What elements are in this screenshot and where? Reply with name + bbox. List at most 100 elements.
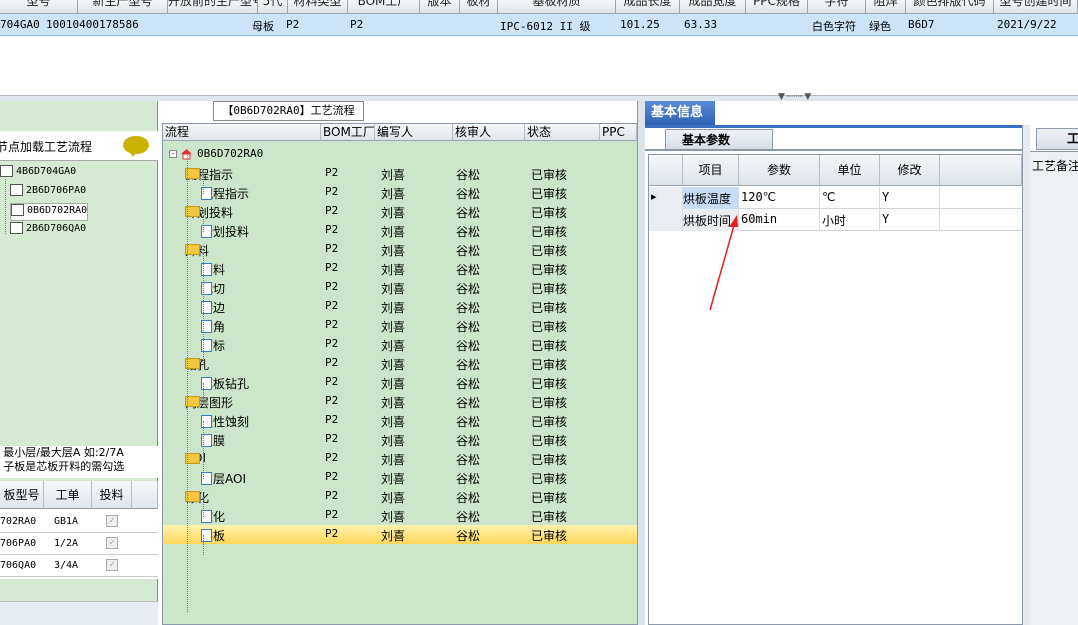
- col-header-modify[interactable]: 修改: [880, 155, 940, 186]
- process-row[interactable]: 流程指示 P2 刘喜 谷松 已审核: [163, 183, 637, 202]
- cell-writer: 刘喜: [381, 301, 406, 315]
- tree-node[interactable]: 4B6D704GA0: [0, 165, 76, 183]
- feed-checkbox[interactable]: ✓: [106, 515, 118, 527]
- process-row-selected[interactable]: 烘板 P2 刘喜 谷松 已审核: [163, 525, 637, 544]
- col-header-status[interactable]: 状态: [525, 124, 600, 141]
- col-header[interactable]: 材料类型: [288, 0, 348, 14]
- vertical-splitter[interactable]: [1022, 125, 1030, 625]
- cell-reviewer: 谷松: [456, 377, 481, 391]
- tree-root-row[interactable]: - 0B6D702RA0: [163, 145, 637, 164]
- col-header[interactable]: 基板材质: [498, 0, 616, 14]
- process-row[interactable]: 裁切 P2 刘喜 谷松 已审核: [163, 278, 637, 297]
- cell-bom: P2: [325, 394, 339, 407]
- feed-checkbox[interactable]: ✓: [106, 537, 118, 549]
- col-header[interactable]: 型号创建时间: [994, 0, 1078, 14]
- cell-reviewer: 谷松: [456, 434, 481, 448]
- col-header[interactable]: 型号: [0, 0, 78, 14]
- process-row[interactable]: 打标 P2 刘喜 谷松 已审核: [163, 335, 637, 354]
- table-row[interactable]: 704GA0 10010400178586 母板 P2 P2 IPC-6012 …: [0, 14, 1078, 36]
- cell-bom: P2: [325, 166, 339, 179]
- col-header[interactable]: 颜色排版代码: [906, 0, 994, 14]
- table-row[interactable]: 706PA0 1/2A ✓: [0, 533, 158, 555]
- table-row[interactable]: 706QA0 3/4A ✓: [0, 555, 158, 577]
- process-row[interactable]: 磨边 P2 刘喜 谷松 已审核: [163, 297, 637, 316]
- remarks-tab[interactable]: 工: [1036, 128, 1078, 150]
- col-header[interactable]: 版本: [420, 0, 460, 14]
- col-header[interactable]: 字符: [808, 0, 866, 14]
- col-header[interactable]: 板型号: [0, 481, 44, 509]
- vertical-splitter[interactable]: [637, 101, 645, 625]
- remarks-label: 工艺备注: [1032, 159, 1078, 173]
- tree-node-selected[interactable]: 0B6D702RA0: [10, 203, 89, 221]
- cell-param[interactable]: 120℃: [739, 187, 820, 209]
- col-header[interactable]: BOM工厂: [348, 0, 420, 14]
- process-row[interactable]: -流程指示P2刘喜谷松已审核: [163, 164, 637, 183]
- remarks-area[interactable]: [1030, 151, 1078, 625]
- cell-param[interactable]: 60min: [739, 209, 820, 231]
- col-header[interactable]: 开放前的生产型号: [168, 0, 258, 14]
- col-header-writer[interactable]: 编写人: [375, 124, 453, 141]
- basic-params-tab[interactable]: 基本参数: [665, 129, 773, 149]
- process-row[interactable]: 圆角 P2 刘喜 谷松 已审核: [163, 316, 637, 335]
- col-header: [132, 481, 158, 509]
- process-row[interactable]: -钻孔P2刘喜谷松已审核: [163, 354, 637, 373]
- params-grid-header: 项目 参数 单位 修改: [649, 155, 1022, 186]
- tree-node[interactable]: 2B6D706QA0: [10, 222, 86, 240]
- cell-factory: P2: [286, 18, 300, 31]
- basic-info-tab[interactable]: 基本信息: [645, 101, 715, 125]
- process-row[interactable]: 开料 P2 刘喜 谷松 已审核: [163, 259, 637, 278]
- col-header[interactable]: 5代: [258, 0, 288, 14]
- col-header-param[interactable]: 参数: [739, 155, 820, 186]
- col-header[interactable]: 阻焊: [866, 0, 906, 14]
- col-header[interactable]: 新生产型号: [78, 0, 168, 14]
- process-tree-grid: 流程 BOM工厂 编写人 核审人 状态 PPC -0B6D702RA0 -流程指…: [162, 123, 638, 625]
- left-panel-title: 节点加载工艺流程: [0, 140, 93, 154]
- speech-bubble-icon[interactable]: [123, 136, 149, 157]
- process-row[interactable]: -棕化P2刘喜谷松已审核: [163, 487, 637, 506]
- node-icon: [0, 165, 13, 177]
- col-header[interactable]: 工单: [44, 481, 92, 509]
- table-row[interactable]: ▸ 烘板温度 120℃ ℃ Y: [649, 187, 1022, 209]
- process-row[interactable]: 棕化 P2 刘喜 谷松 已审核: [163, 506, 637, 525]
- col-header-ppc[interactable]: PPC: [600, 124, 637, 141]
- col-header[interactable]: 成品宽度: [680, 0, 746, 14]
- col-header-reviewer[interactable]: 核审人: [453, 124, 525, 141]
- collapse-icon[interactable]: -: [169, 150, 177, 158]
- cell-bom: P2: [325, 375, 339, 388]
- subtab-underline: [645, 149, 1026, 151]
- col-header-item[interactable]: 项目: [683, 155, 739, 186]
- cell-status: 已审核: [531, 434, 568, 448]
- cell-reviewer: 谷松: [456, 396, 481, 410]
- process-row[interactable]: -开料P2刘喜谷松已审核: [163, 240, 637, 259]
- cell-writer: 刘喜: [381, 244, 406, 258]
- col-header[interactable]: 成品长度: [616, 0, 680, 14]
- cell-code: 10010400178586: [46, 18, 139, 31]
- col-header-flow[interactable]: 流程: [163, 124, 321, 141]
- cell-bom: P2: [325, 356, 339, 369]
- cell-modify: Y: [880, 209, 940, 231]
- cell-reviewer: 谷松: [456, 282, 481, 296]
- table-row[interactable]: 702RA0 GB1A ✓: [0, 511, 158, 533]
- col-header-unit[interactable]: 单位: [820, 155, 880, 186]
- col-header-bom[interactable]: BOM工厂: [321, 124, 375, 141]
- cell-status: 已审核: [531, 415, 568, 429]
- process-tab[interactable]: 【0B6D702RA0】工艺流程: [213, 101, 364, 121]
- process-row[interactable]: 计划投料 P2 刘喜 谷松 已审核: [163, 221, 637, 240]
- col-header[interactable]: 板材: [460, 0, 498, 14]
- feed-checkbox[interactable]: ✓: [106, 559, 118, 571]
- col-header[interactable]: 投料: [92, 481, 132, 509]
- cell-writer: 刘喜: [381, 282, 406, 296]
- basic-info-panel: 基本信息 基本参数 项目 参数 单位 修改 ▸ 烘板温度 120℃ ℃ Y 烘板…: [645, 101, 1026, 625]
- process-row[interactable]: 退膜 P2 刘喜 谷松 已审核: [163, 430, 637, 449]
- process-row[interactable]: -AOIP2刘喜谷松已审核: [163, 449, 637, 468]
- process-row[interactable]: 内层AOI P2 刘喜 谷松 已审核: [163, 468, 637, 487]
- process-row[interactable]: 酸性蚀刻 P2 刘喜 谷松 已审核: [163, 411, 637, 430]
- horizontal-scrollbar[interactable]: [0, 601, 158, 625]
- cell-code2: B6D7: [908, 18, 935, 31]
- process-row[interactable]: 芯板钻孔 P2 刘喜 谷松 已审核: [163, 373, 637, 392]
- process-row[interactable]: -内层图形P2刘喜谷松已审核: [163, 392, 637, 411]
- tree-node[interactable]: 2B6D706PA0: [10, 184, 86, 202]
- col-header[interactable]: PPC规格: [746, 0, 808, 14]
- hint-line: : 最小层/最大层A 如:2/7A: [0, 446, 124, 459]
- process-row[interactable]: -计划投料P2刘喜谷松已审核: [163, 202, 637, 221]
